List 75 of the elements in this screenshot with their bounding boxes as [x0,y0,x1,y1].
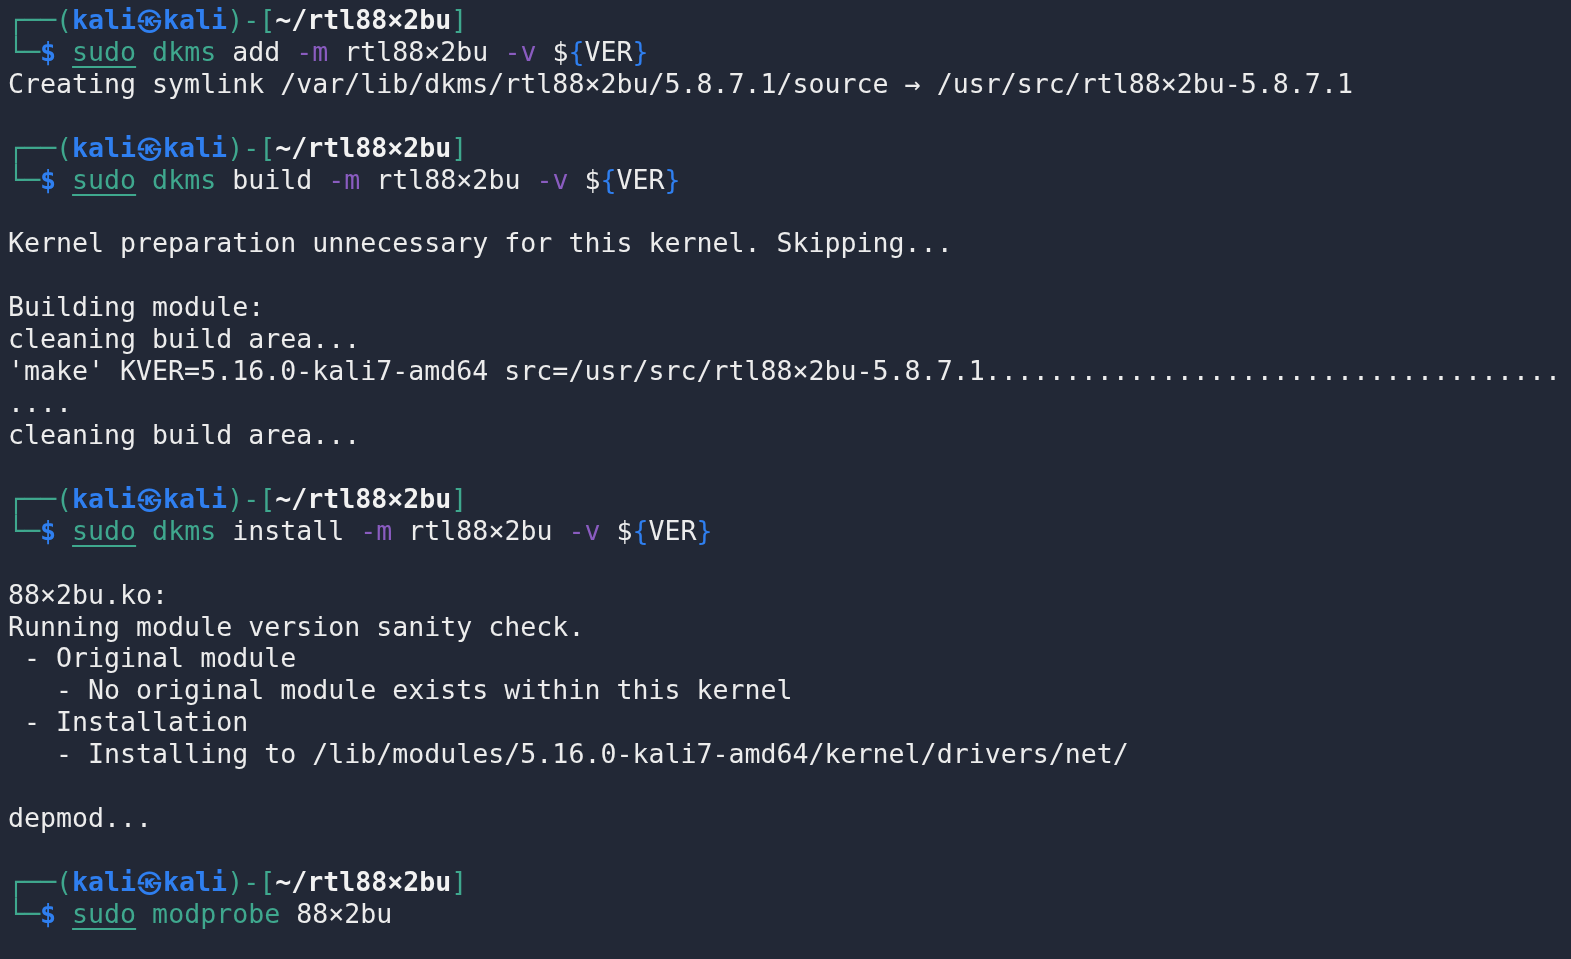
prompt-path-text: ~/rtl88×2bu [275,865,452,897]
brace-text: { [632,514,649,546]
terminal-text: cleaning build area... [8,419,361,450]
terminal-text: rtl88×2bu [375,163,521,195]
terminal-text: VER [648,514,697,546]
prompt-frame-text: ┌──( [8,131,73,163]
terminal-text: - Installation [23,706,249,738]
prompt-symbol-text: $ [40,897,57,929]
terminal-text: 88×2bu.ko: [8,578,169,610]
brace-text: } [664,163,681,195]
command-text: dkms [151,514,217,546]
terminal-text: Running module version sanity check. [8,610,585,642]
prompt-frame-text: )-[ [227,131,276,163]
terminal-text: build [231,163,313,195]
terminal-text: VER [584,35,633,67]
terminal-text: 88×2bu [295,897,393,929]
prompt-frame-text: └─ [8,163,41,195]
terminal-text: - Original module [23,642,297,674]
option-text: -v [535,163,569,195]
prompt-symbol-text: $ [40,514,57,546]
terminal-text: VER [616,163,665,195]
prompt-symbol-text: $ [40,163,57,195]
terminal-text: add [231,35,281,67]
terminal-text: Kernel preparation unnecessary for this kernel. Skipping... [8,227,953,259]
prompt-frame-text: ] [451,865,468,897]
prompt-frame-text: └─ [8,897,41,929]
command-text: sudo [72,35,137,67]
prompt-frame-text: ┌──( [8,865,73,897]
prompt-user-text: kali㉿kali [72,482,228,514]
prompt-frame-text: )-[ [227,865,276,897]
option-text: -m [327,163,361,195]
command-text: dkms [151,163,217,195]
terminal-text: .... [8,387,73,419]
prompt-frame-text: ] [451,482,468,514]
terminal-text: depmod... [8,802,153,834]
terminal-text: $ [551,35,569,67]
prompt-frame-text: ┌──( [8,482,73,514]
terminal-text: 'make' KVER=5.16.0-kali7-amd64 src=/usr/src/rtl88×2bu-5.8.7.1.................................... [8,355,1562,387]
option-text: -m [295,35,329,67]
prompt-frame-text: └─ [8,35,41,67]
command-text: sudo [72,514,137,546]
terminal-text: - Installing to /lib/modules/5.16.0-kali7-amd64/kernel/drivers/net/ [55,738,1129,770]
option-text: -v [567,514,601,546]
prompt-user-text: kali㉿kali [72,4,228,35]
option-text: -m [359,514,393,546]
terminal-text: install [231,514,345,546]
command-text: sudo [72,163,137,195]
prompt-user-text: kali㉿kali [72,865,228,897]
prompt-frame-text: └─ [8,514,41,546]
command-text: dkms [151,35,217,67]
terminal-text: $ [615,514,633,546]
terminal-text: rtl88×2bu [343,35,489,67]
prompt-user-text: kali㉿kali [72,131,228,163]
terminal-text: Building module: [8,291,265,323]
prompt-path-text: ~/rtl88×2bu [275,4,452,35]
prompt-frame-text: )-[ [227,482,276,514]
brace-text: } [696,514,713,546]
terminal-text: - No original module exists within this kernel [55,674,793,706]
prompt-frame-text: ] [451,4,468,35]
option-text: -v [503,35,537,67]
terminal-text: $ [583,163,601,195]
prompt-frame-text: ┌──( [8,4,73,35]
prompt-path-text: ~/rtl88×2bu [275,482,452,514]
prompt-symbol-text: $ [40,35,57,67]
brace-text: { [600,163,617,195]
prompt-frame-text: ] [451,131,468,163]
prompt-path-text: ~/rtl88×2bu [275,131,452,163]
command-text: modprobe [151,897,281,929]
command-text: sudo [72,897,137,929]
prompt-frame-text: )-[ [227,4,276,35]
terminal-text: rtl88×2bu [407,514,553,546]
brace-text: { [568,35,585,67]
terminal-text: Creating symlink /var/lib/dkms/rtl88×2bu/5.8.7.1/source → /usr/src/rtl88×2bu-5.8.7.1 [8,67,1353,99]
terminal-text: cleaning build area... [8,323,361,355]
brace-text: } [632,35,649,67]
